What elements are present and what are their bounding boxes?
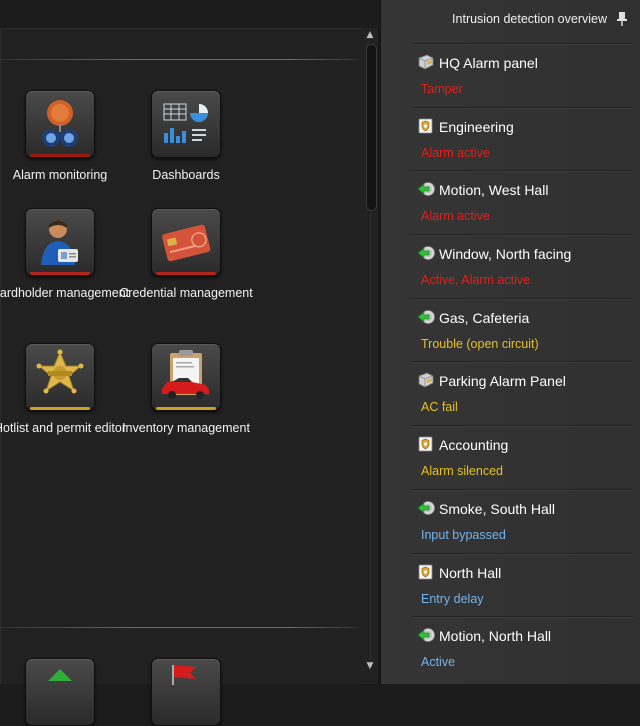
item-status: Input bypassed — [421, 527, 506, 542]
item-status: AC fail — [421, 400, 458, 415]
tile-inventory-management[interactable]: Inventory management — [116, 343, 256, 437]
intrusion-list-item[interactable]: Smoke, South Hall Input bypassed — [411, 488, 633, 553]
scroll-track[interactable] — [370, 213, 371, 663]
section-divider-top — [0, 59, 360, 60]
section-divider-bottom — [0, 627, 360, 628]
tile-label: Inventory management — [122, 421, 250, 435]
tile-accent — [156, 272, 216, 275]
tile-label: Hotlist and permit editor — [0, 421, 126, 435]
panel-header: Intrusion detection overview — [381, 0, 640, 40]
tile-label: Alarm monitoring — [12, 168, 108, 182]
item-title: Engineering — [439, 118, 514, 135]
tile-label: Credential management — [119, 286, 253, 300]
tile-partial-flag[interactable] — [116, 658, 256, 726]
intrusion-list-item[interactable]: Motion, West Hall Alarm active — [411, 170, 633, 234]
intrusion-overview-panel: Intrusion detection overview HQ Alarm pa… — [380, 0, 640, 684]
tile-credential-management[interactable]: Credential management — [116, 208, 256, 302]
intrusion-list-item[interactable]: Accounting Alarm silenced — [411, 425, 633, 489]
alarm-bell-icon — [25, 90, 95, 158]
task-canvas: Alarm monitoring Dashboards Cardholder m… — [0, 28, 379, 726]
input-arrow-icon — [417, 308, 435, 326]
item-title: Parking Alarm Panel — [439, 373, 566, 390]
input-arrow-icon — [417, 499, 435, 517]
item-title: Gas, Cafeteria — [439, 309, 530, 326]
vertical-scrollbar[interactable]: ▲ ▼ — [362, 28, 378, 684]
item-title: Motion, North Hall — [439, 628, 552, 645]
item-status: Alarm active — [421, 209, 490, 224]
item-status: Alarm active — [421, 145, 490, 160]
tile-alarm-monitoring[interactable]: Alarm monitoring — [0, 90, 130, 184]
tile-cardholder-management[interactable]: Cardholder management — [0, 208, 130, 302]
input-arrow-icon — [417, 626, 435, 644]
item-title: HQ Alarm panel — [439, 55, 538, 71]
item-status: Entry delay — [421, 591, 484, 606]
intrusion-list-item[interactable]: Motion, North Hall Active — [411, 616, 633, 680]
item-status: Active — [421, 655, 456, 670]
scroll-thumb[interactable] — [366, 44, 377, 211]
red-flag-icon — [151, 658, 221, 726]
scroll-down-arrow-icon[interactable]: ▼ — [365, 662, 375, 671]
tile-dashboards[interactable]: Dashboards — [116, 90, 256, 184]
intrusion-list: HQ Alarm panel Tamper Engineering Alarm act… — [411, 43, 633, 680]
area-badge-icon — [417, 435, 435, 453]
tile-partial-green[interactable] — [0, 658, 130, 726]
item-status: Trouble (open circuit) — [421, 336, 539, 351]
alarm-panel-icon — [417, 371, 435, 389]
input-arrow-icon — [417, 244, 435, 262]
item-status: Alarm silenced — [421, 464, 503, 479]
area-badge-icon — [417, 117, 435, 135]
intrusion-list-item[interactable]: Window, North facing Active, Alarm active — [411, 234, 633, 298]
intrusion-list-item[interactable]: Parking Alarm Panel AC fail — [411, 361, 633, 425]
cardholder-person-icon — [25, 208, 95, 276]
green-arrow-icon — [25, 658, 95, 726]
sheriff-star-icon — [25, 343, 95, 411]
intrusion-list-item[interactable]: Gas, Cafeteria Trouble (open circuit) — [411, 297, 633, 362]
tile-accent — [30, 154, 90, 157]
intrusion-list-item[interactable]: Engineering Alarm active — [411, 106, 633, 171]
credential-card-icon — [151, 208, 221, 276]
panel-title: Intrusion detection overview — [452, 12, 607, 26]
alarm-panel-icon — [417, 53, 435, 71]
scroll-up-arrow-icon[interactable]: ▲ — [365, 31, 375, 40]
tile-accent — [30, 272, 90, 275]
tile-accent — [156, 407, 216, 410]
item-title: Window, North facing — [439, 246, 572, 263]
item-title: Accounting — [439, 437, 509, 454]
dashboard-charts-icon — [151, 90, 221, 158]
tile-label: Cardholder management — [0, 286, 130, 300]
area-badge-icon — [417, 563, 435, 581]
tile-accent — [30, 407, 90, 410]
item-title: Motion, West Hall — [439, 182, 549, 199]
item-status: Tamper — [421, 82, 463, 96]
clipboard-car-icon — [151, 343, 221, 411]
item-status: Active, Alarm active — [421, 273, 531, 288]
intrusion-list-item[interactable]: HQ Alarm panel Tamper — [411, 43, 633, 107]
tile-hotlist-permit-editor[interactable]: Hotlist and permit editor — [0, 343, 130, 437]
tile-label: Dashboards — [152, 168, 220, 182]
intrusion-list-item[interactable]: North Hall Entry delay — [411, 552, 633, 617]
item-title: Smoke, South Hall — [439, 500, 555, 517]
input-arrow-icon — [417, 180, 435, 198]
pin-icon[interactable] — [615, 11, 629, 27]
item-title: North Hall — [439, 564, 502, 581]
